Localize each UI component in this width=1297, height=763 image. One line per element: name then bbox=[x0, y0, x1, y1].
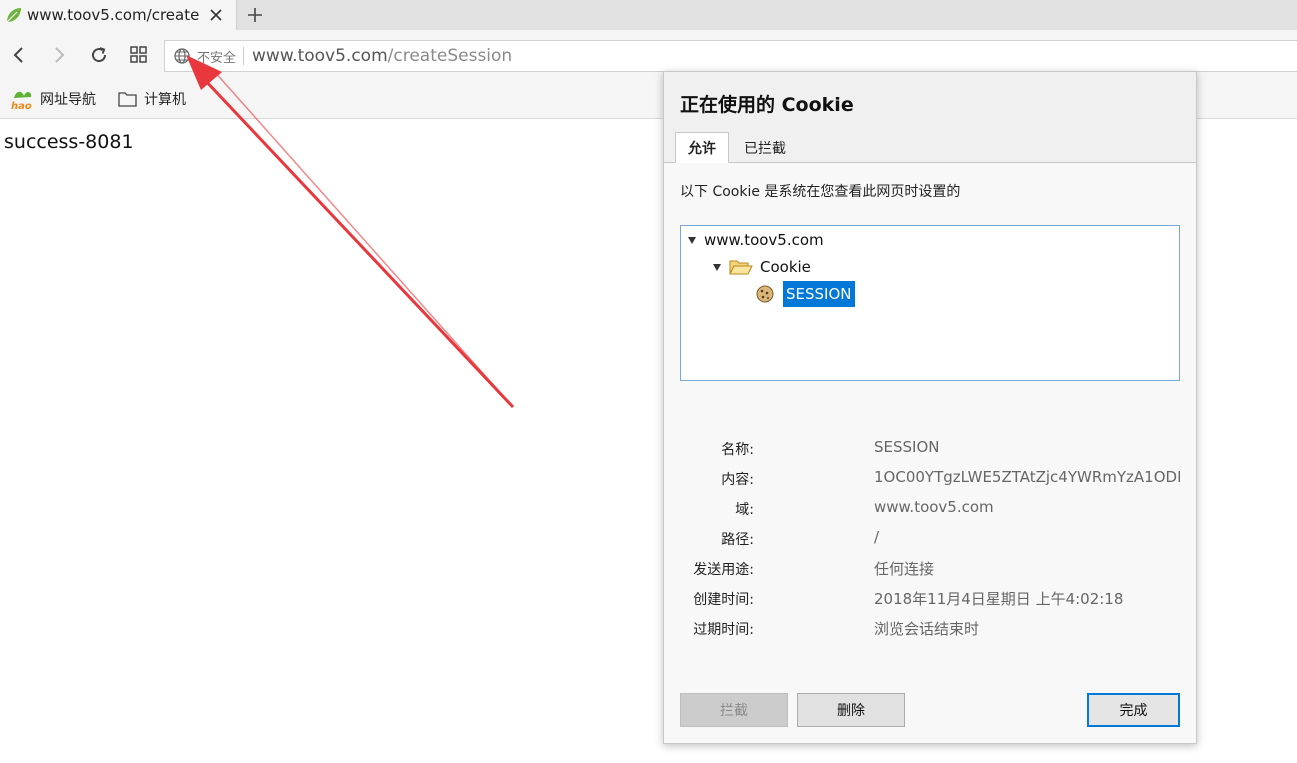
tree-domain-row[interactable]: www.toov5.com bbox=[688, 228, 824, 252]
url-host: www.toov5.com bbox=[252, 46, 388, 66]
address-divider bbox=[243, 47, 245, 65]
open-folder-icon bbox=[729, 260, 753, 275]
tree-domain-label: www.toov5.com bbox=[704, 231, 824, 249]
forward-icon[interactable] bbox=[46, 42, 72, 68]
page-content-text: success-8081 bbox=[4, 131, 134, 153]
tab-blocked[interactable]: 已拦截 bbox=[731, 132, 799, 163]
url-text[interactable]: www.toov5.com/createSession bbox=[252, 46, 512, 66]
bookmark-nav-label: 网址导航 bbox=[40, 92, 96, 108]
globe-icon[interactable] bbox=[173, 47, 191, 65]
security-label[interactable]: 不安全 bbox=[197, 47, 236, 66]
detail-label-domain: 域: bbox=[735, 502, 754, 518]
tab-strip: www.toov5.com/createS bbox=[0, 0, 1297, 30]
leaf-favicon-icon bbox=[6, 8, 21, 23]
dialog-title: 正在使用的 Cookie bbox=[680, 94, 854, 116]
detail-value-content: 1OC00YTgzLWE5ZTAtZjc4YWRmYzA1ODFi bbox=[874, 468, 1180, 486]
url-path: /createSession bbox=[387, 46, 513, 66]
bookmark-computer-label: 计算机 bbox=[144, 92, 186, 108]
detail-label-send-for: 发送用途: bbox=[693, 562, 754, 578]
browser-tab[interactable]: www.toov5.com/createS bbox=[0, 0, 237, 30]
block-button[interactable]: 拦截 bbox=[680, 693, 788, 727]
expand-triangle-icon[interactable] bbox=[713, 263, 721, 271]
new-tab-icon[interactable] bbox=[243, 3, 267, 27]
tree-folder-row[interactable]: Cookie bbox=[713, 255, 811, 279]
detail-value-domain: www.toov5.com bbox=[874, 498, 994, 516]
tab-close-icon[interactable] bbox=[205, 4, 227, 26]
detail-label-expires: 过期时间: bbox=[693, 622, 754, 638]
detail-label-content: 内容: bbox=[721, 472, 754, 488]
expand-triangle-icon[interactable] bbox=[688, 236, 696, 244]
back-icon[interactable] bbox=[6, 42, 32, 68]
detail-value-expires: 浏览会话结束时 bbox=[874, 620, 980, 638]
svg-text:hao: hao bbox=[11, 101, 32, 110]
detail-value-send-for: 任何连接 bbox=[874, 560, 935, 578]
detail-value-path: / bbox=[874, 528, 880, 546]
tab-title: www.toov5.com/createS bbox=[27, 6, 199, 24]
folder-icon bbox=[118, 92, 137, 107]
bookmark-computer[interactable]: 计算机 bbox=[118, 87, 186, 111]
bookmark-nav[interactable]: hao 网址导航 bbox=[10, 87, 96, 111]
detail-label-path: 路径: bbox=[721, 532, 754, 548]
apps-grid-icon[interactable] bbox=[126, 42, 152, 68]
tab-allowed[interactable]: 允许 bbox=[675, 132, 729, 164]
cookie-icon bbox=[756, 285, 774, 303]
detail-label-created: 创建时间: bbox=[693, 592, 754, 608]
dialog-tabs: 允许 已拦截 bbox=[664, 132, 1196, 164]
dialog-body: 以下 Cookie 是系统在您查看此网页时设置的 www.toov5.com C… bbox=[664, 163, 1196, 743]
delete-button[interactable]: 删除 bbox=[797, 693, 905, 727]
cookie-description: 以下 Cookie 是系统在您查看此网页时设置的 bbox=[680, 184, 961, 200]
address-bar[interactable]: 不安全 www.toov5.com/createSession bbox=[164, 40, 1297, 72]
cookie-tree[interactable]: www.toov5.com Cookie SESSION bbox=[680, 225, 1180, 381]
tree-cookie-label[interactable]: SESSION bbox=[783, 281, 855, 307]
hao-logo-icon: hao bbox=[11, 91, 32, 110]
detail-label-name: 名称: bbox=[721, 442, 754, 458]
detail-value-created: 2018年11月4日星期日 上午4:02:18 bbox=[874, 590, 1124, 608]
tree-folder-label: Cookie bbox=[760, 258, 811, 276]
reload-icon[interactable] bbox=[86, 42, 112, 68]
tree-cookie-row[interactable]: SESSION bbox=[755, 281, 855, 307]
done-button[interactable]: 完成 bbox=[1087, 693, 1180, 727]
detail-value-name: SESSION bbox=[874, 438, 940, 456]
cookie-dialog: 正在使用的 Cookie 允许 已拦截 以下 Cookie 是系统在您查看此网页… bbox=[663, 71, 1197, 744]
